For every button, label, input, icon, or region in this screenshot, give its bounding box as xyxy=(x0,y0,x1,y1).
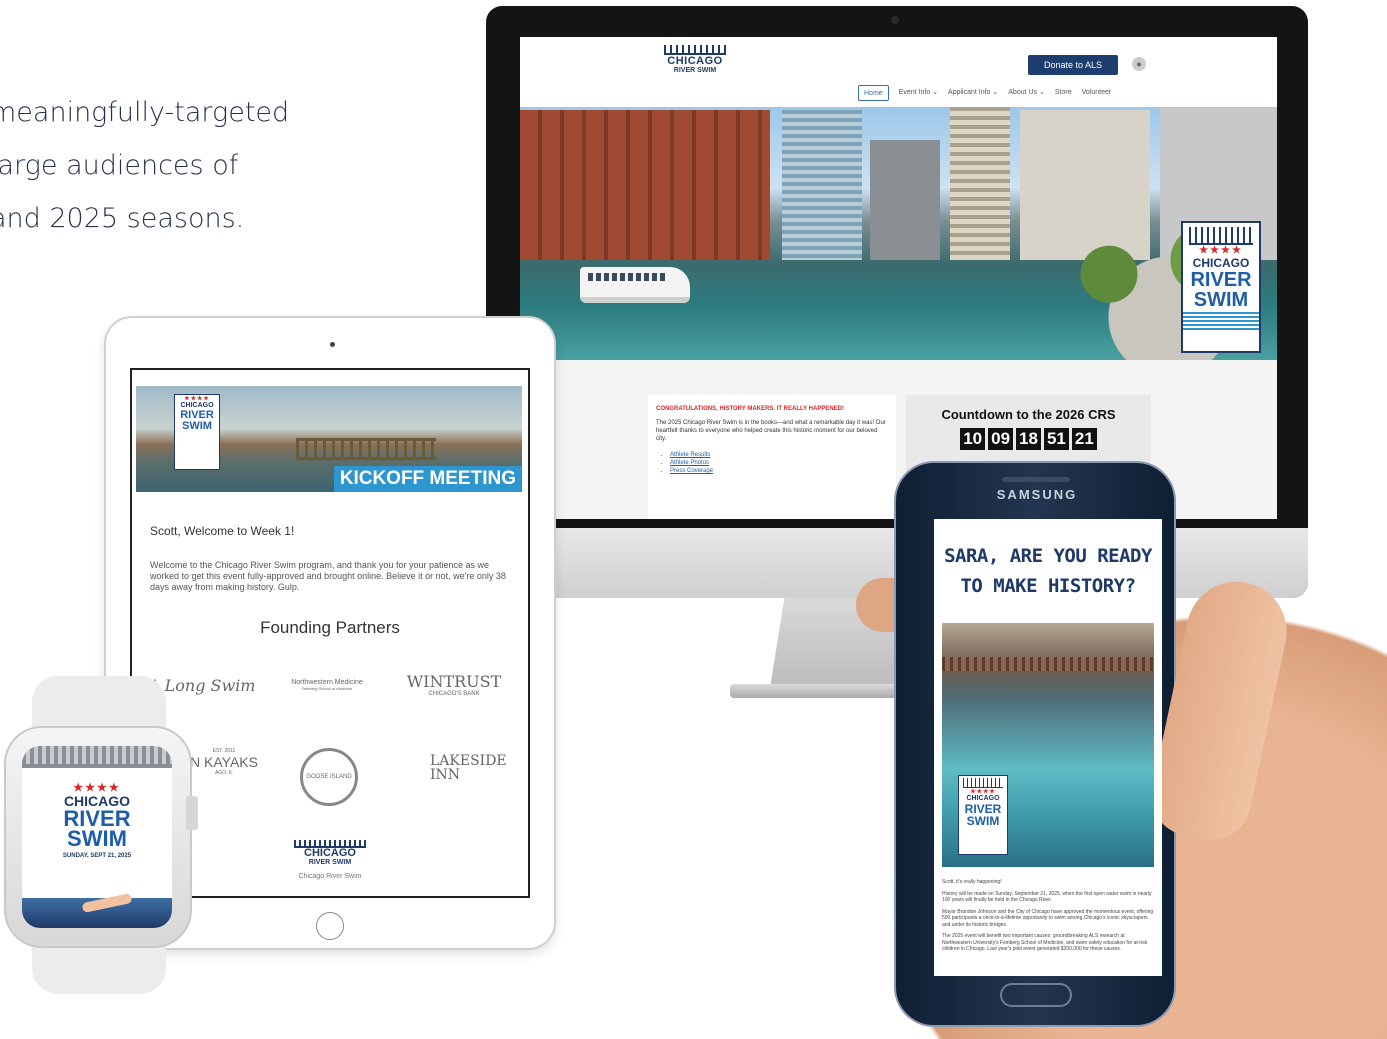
partner-sub: CHICAGO'S BANK xyxy=(428,691,480,697)
countdown-digit: 51 xyxy=(1043,428,1069,450)
partner-goose-island-logo: GOOSE ISLAND xyxy=(300,748,358,806)
nav-volunteer[interactable]: Volunteer xyxy=(1082,85,1112,101)
logo-text: CHICAGO xyxy=(304,847,356,859)
tour-boat xyxy=(580,267,690,303)
stars: ★★★★ xyxy=(970,789,996,795)
crs-badge: ★★★★ CHICAGO RIVER SWIM xyxy=(174,394,220,470)
building xyxy=(782,110,862,260)
building xyxy=(950,107,1010,260)
partner-wintrust-logo: WINTRUST CHICAGO'S BANK xyxy=(404,672,504,697)
badge-line: SWIM xyxy=(1193,289,1249,311)
headline-line: SARA, ARE YOU READY xyxy=(944,545,1152,567)
building xyxy=(870,140,940,260)
congrats-heading: CONGRATULATIONS, HISTORY MAKERS. IT REAL… xyxy=(656,406,845,412)
nav-store[interactable]: Store xyxy=(1055,85,1072,101)
countdown-digit: 18 xyxy=(1016,428,1041,450)
digital-crown[interactable] xyxy=(186,796,198,830)
partner-lakeside-logo: LAKESIDE INN xyxy=(410,754,510,782)
badge-line: RIVER xyxy=(1190,269,1252,291)
footer-logo: CHICAGO RIVER SWIM Chicago River Swim xyxy=(294,840,366,880)
kickoff-banner: KICKOFF MEETING xyxy=(333,466,522,492)
badge-line: SWIM xyxy=(966,814,1000,828)
bridge-icon xyxy=(963,778,1003,788)
webcam xyxy=(891,16,899,24)
partner-northwestern-logo: Northwestern Medicine Feinberg School of… xyxy=(272,679,382,691)
countdown-digits: 10 09 18 51 21 xyxy=(906,428,1151,450)
congrats-card: CONGRATULATIONS, HISTORY MAKERS. IT REAL… xyxy=(648,395,896,519)
phone-brand: SAMSUNG xyxy=(996,487,1078,502)
smartwatch: ★★★★ CHICAGO RIVER SWIM SUNDAY, SEPT 21,… xyxy=(4,676,198,994)
partner-name: N KAYAKS xyxy=(190,754,258,770)
bridge-icon xyxy=(1189,227,1253,245)
donate-button[interactable]: Donate to ALS xyxy=(1028,55,1118,75)
email-headline: SARA, ARE YOU READY TO MAKE HISTORY? xyxy=(934,541,1162,601)
phone-screen: SARA, ARE YOU READY TO MAKE HISTORY? ★★★… xyxy=(934,519,1162,976)
site-logo[interactable]: CHICAGO RIVER SWIM xyxy=(664,45,726,85)
partner-name: LAKESIDE xyxy=(430,753,507,769)
intro-text: meaningfully-targeted large audiences of… xyxy=(0,86,340,245)
welcome-text: Welcome to the Chicago River Swim progra… xyxy=(150,560,506,592)
nav-event-info[interactable]: Event Info ⌄ xyxy=(899,85,938,101)
building xyxy=(520,110,770,260)
speaker-grille xyxy=(1002,477,1070,482)
watch-screen: ★★★★ CHICAGO RIVER SWIM SUNDAY, SEPT 21,… xyxy=(22,746,172,928)
partner-name: Northwestern Medicine xyxy=(291,679,363,686)
partner-name: INN xyxy=(430,767,461,783)
crs-badge: ★★★★ CHICAGO RIVER SWIM xyxy=(1181,221,1261,353)
intro-line-2: large audiences of xyxy=(0,150,239,181)
badge-line: SWIM xyxy=(182,420,212,432)
link-athlete-results[interactable]: Athlete Results xyxy=(670,451,888,459)
stars: ★★★★ xyxy=(184,396,210,402)
bridge-icon xyxy=(22,746,172,768)
main-nav: Home Event Info ⌄ Applicant Info ⌄ About… xyxy=(858,85,1111,101)
partner-name: WINTRUST xyxy=(406,672,502,691)
intro-line-1: meaningfully-targeted xyxy=(0,97,290,128)
logo-subtext: RIVER SWIM xyxy=(673,67,717,74)
countdown-digit: 09 xyxy=(988,428,1014,450)
partner-sub: Feinberg School of Medicine xyxy=(301,686,353,691)
partners-title: Founding Partners xyxy=(260,618,400,637)
site-header: CHICAGO RIVER SWIM Donate to ALS ● Home … xyxy=(520,37,1277,107)
countdown-digit: 10 xyxy=(960,428,986,450)
partner-sub: AGO, IL xyxy=(214,770,234,776)
email-paragraph: Scott, it's really happening! xyxy=(942,879,1002,885)
link-athlete-photos[interactable]: Athlete Photos xyxy=(670,459,888,467)
email-body: Scott, it's really happening! History wi… xyxy=(942,879,1154,958)
countdown-title: Countdown to the 2026 CRS xyxy=(941,407,1116,422)
event-date: SUNDAY, SEPT 21, 2025 xyxy=(62,853,132,859)
waves-icon xyxy=(1183,312,1259,330)
desktop-screen: CHICAGO RIVER SWIM Donate to ALS ● Home … xyxy=(520,37,1277,519)
logo-subtext: RIVER SWIM xyxy=(308,859,352,866)
kickoff-hero: ★★★★ CHICAGO RIVER SWIM KICKOFF MEETING xyxy=(136,386,522,492)
crs-badge: ★★★★ CHICAGO RIVER SWIM xyxy=(958,775,1008,855)
swimmers-photo: ★★★★ CHICAGO RIVER SWIM xyxy=(942,623,1154,867)
camera-dot xyxy=(330,342,335,347)
hero-image: ★★★★ CHICAGO RIVER SWIM xyxy=(520,107,1277,360)
email-paragraph: Mayor Brandon Johnson and the City of Ch… xyxy=(942,908,1154,928)
footer-caption: Chicago River Swim xyxy=(298,873,362,880)
headline-line: TO MAKE HISTORY? xyxy=(960,575,1136,597)
partner-kayaks-logo: EST. 2011 N KAYAKS AGO, IL xyxy=(184,748,264,776)
countdown-digit: 21 xyxy=(1071,428,1097,450)
email-paragraph: The 2025 event will benefit two importan… xyxy=(942,933,1148,952)
congrats-text: The 2025 Chicago River Swim is in the bo… xyxy=(656,420,886,442)
logo-text: CHICAGO xyxy=(667,55,723,67)
nav-home[interactable]: Home xyxy=(858,85,889,101)
nav-about-us[interactable]: About Us ⌄ xyxy=(1008,85,1045,101)
home-button[interactable] xyxy=(1000,983,1072,1007)
bridge-graphic xyxy=(296,438,436,460)
email-paragraph: History will be made on Sunday, Septembe… xyxy=(942,890,1152,904)
user-icon[interactable]: ● xyxy=(1132,57,1146,71)
bridge-graphic xyxy=(942,657,1154,671)
nav-applicant-info[interactable]: Applicant Info ⌄ xyxy=(948,85,998,101)
intro-line-3: and 2025 seasons. xyxy=(0,203,245,234)
home-button[interactable] xyxy=(316,912,344,940)
greeting: Scott, Welcome to Week 1! xyxy=(150,524,295,538)
watch-line: SWIM xyxy=(67,826,127,851)
link-press-coverage[interactable]: Press Coverage xyxy=(670,467,888,475)
bridge-icon xyxy=(664,45,726,55)
